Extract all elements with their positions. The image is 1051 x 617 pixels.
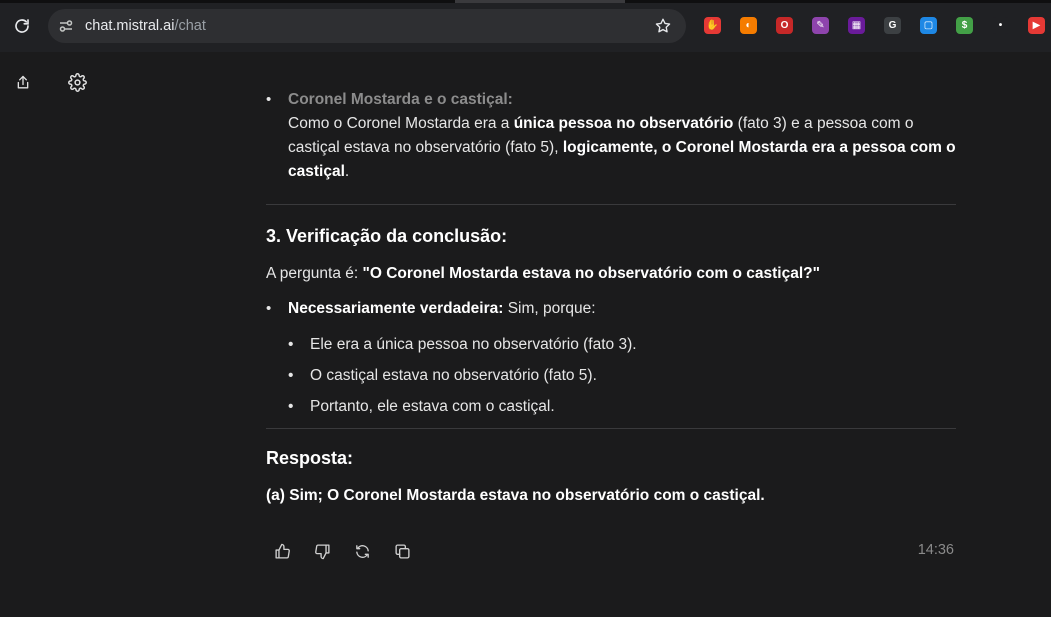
message-actions: 14:36 bbox=[266, 540, 956, 562]
tab-strip-edge bbox=[0, 0, 1051, 3]
extension-orange-icon[interactable]: ◐ bbox=[740, 17, 757, 34]
question-paragraph: A pergunta é: "O Coronel Mostarda estava… bbox=[266, 262, 956, 286]
body-text: Como o Coronel Mostarda era a bbox=[288, 115, 514, 132]
thumbs-down-icon[interactable] bbox=[310, 540, 334, 562]
browser-toolbar: chat.mistral.ai/chat ✋ ◐ O ✎ ▦ G ▢ $ • ▶ bbox=[0, 0, 1051, 52]
body-text: . bbox=[344, 163, 350, 180]
reason-item: Portanto, ele estava com o castiçal. bbox=[288, 395, 956, 419]
assistant-message: Coronel Mostarda e o castiçal: Como o Co… bbox=[266, 88, 956, 508]
extension-dot-icon[interactable]: • bbox=[992, 17, 1009, 34]
verdict-label: Necessariamente verdadeira: bbox=[288, 300, 504, 317]
list-item-necessary: Necessariamente verdadeira: Sim, porque: bbox=[266, 297, 956, 321]
thumbs-up-icon[interactable] bbox=[270, 540, 294, 562]
message-timestamp: 14:36 bbox=[917, 542, 954, 558]
verdict-text: Sim, porque: bbox=[503, 300, 596, 317]
reasons-list: Ele era a única pessoa no observatório (… bbox=[288, 333, 956, 419]
copy-icon[interactable] bbox=[390, 540, 414, 562]
extension-grid-icon[interactable]: ▦ bbox=[848, 17, 865, 34]
regenerate-icon[interactable] bbox=[350, 540, 374, 562]
address-bar[interactable]: chat.mistral.ai/chat bbox=[48, 9, 686, 43]
ublock-icon[interactable]: ✋ bbox=[704, 17, 721, 34]
question-text: "O Coronel Mostarda estava no observatór… bbox=[362, 265, 820, 282]
question-prefix: A pergunta é: bbox=[266, 265, 363, 282]
extension-screen-icon[interactable]: ▢ bbox=[920, 17, 937, 34]
url-text[interactable]: chat.mistral.ai/chat bbox=[85, 17, 206, 35]
answer-text: (a) Sim; O Coronel Mostarda estava no ob… bbox=[266, 487, 765, 504]
bookmark-star-icon[interactable] bbox=[654, 17, 672, 35]
active-tab-edge[interactable] bbox=[455, 0, 625, 3]
settings-gear-icon[interactable] bbox=[67, 72, 87, 92]
list-item-mostarda: Coronel Mostarda e o castiçal: Como o Co… bbox=[266, 88, 956, 184]
list-item-body: Como o Coronel Mostarda era a única pess… bbox=[288, 112, 956, 184]
share-icon[interactable] bbox=[13, 72, 33, 92]
extension-green-dollar-icon[interactable]: $ bbox=[956, 17, 973, 34]
divider bbox=[266, 428, 956, 429]
extension-red-o-icon[interactable]: O bbox=[776, 17, 793, 34]
verdict-list: Necessariamente verdadeira: Sim, porque: bbox=[266, 297, 956, 321]
url-host: chat.mistral.ai bbox=[85, 18, 175, 34]
site-settings-icon[interactable] bbox=[58, 18, 74, 34]
google-icon[interactable]: G bbox=[884, 17, 901, 34]
body-bold: única pessoa no observatório bbox=[513, 115, 734, 132]
reason-item: O castiçal estava no observatório (fato … bbox=[288, 364, 956, 388]
url-path: /chat bbox=[174, 18, 206, 34]
reload-icon[interactable] bbox=[11, 15, 33, 37]
reason-item: Ele era a única pessoa no observatório (… bbox=[288, 333, 956, 357]
reasoning-list: Coronel Mostarda e o castiçal: Como o Co… bbox=[266, 88, 956, 184]
list-item-title: Coronel Mostarda e o castiçal: bbox=[288, 91, 513, 108]
answer-paragraph: (a) Sim; O Coronel Mostarda estava no ob… bbox=[266, 484, 956, 508]
extension-purple-icon[interactable]: ✎ bbox=[812, 17, 829, 34]
divider bbox=[266, 204, 956, 205]
extension-youtube-icon[interactable]: ▶ bbox=[1028, 17, 1045, 34]
answer-heading: Resposta: bbox=[266, 448, 354, 468]
section-heading: 3. Verificação da conclusão: bbox=[266, 226, 508, 246]
